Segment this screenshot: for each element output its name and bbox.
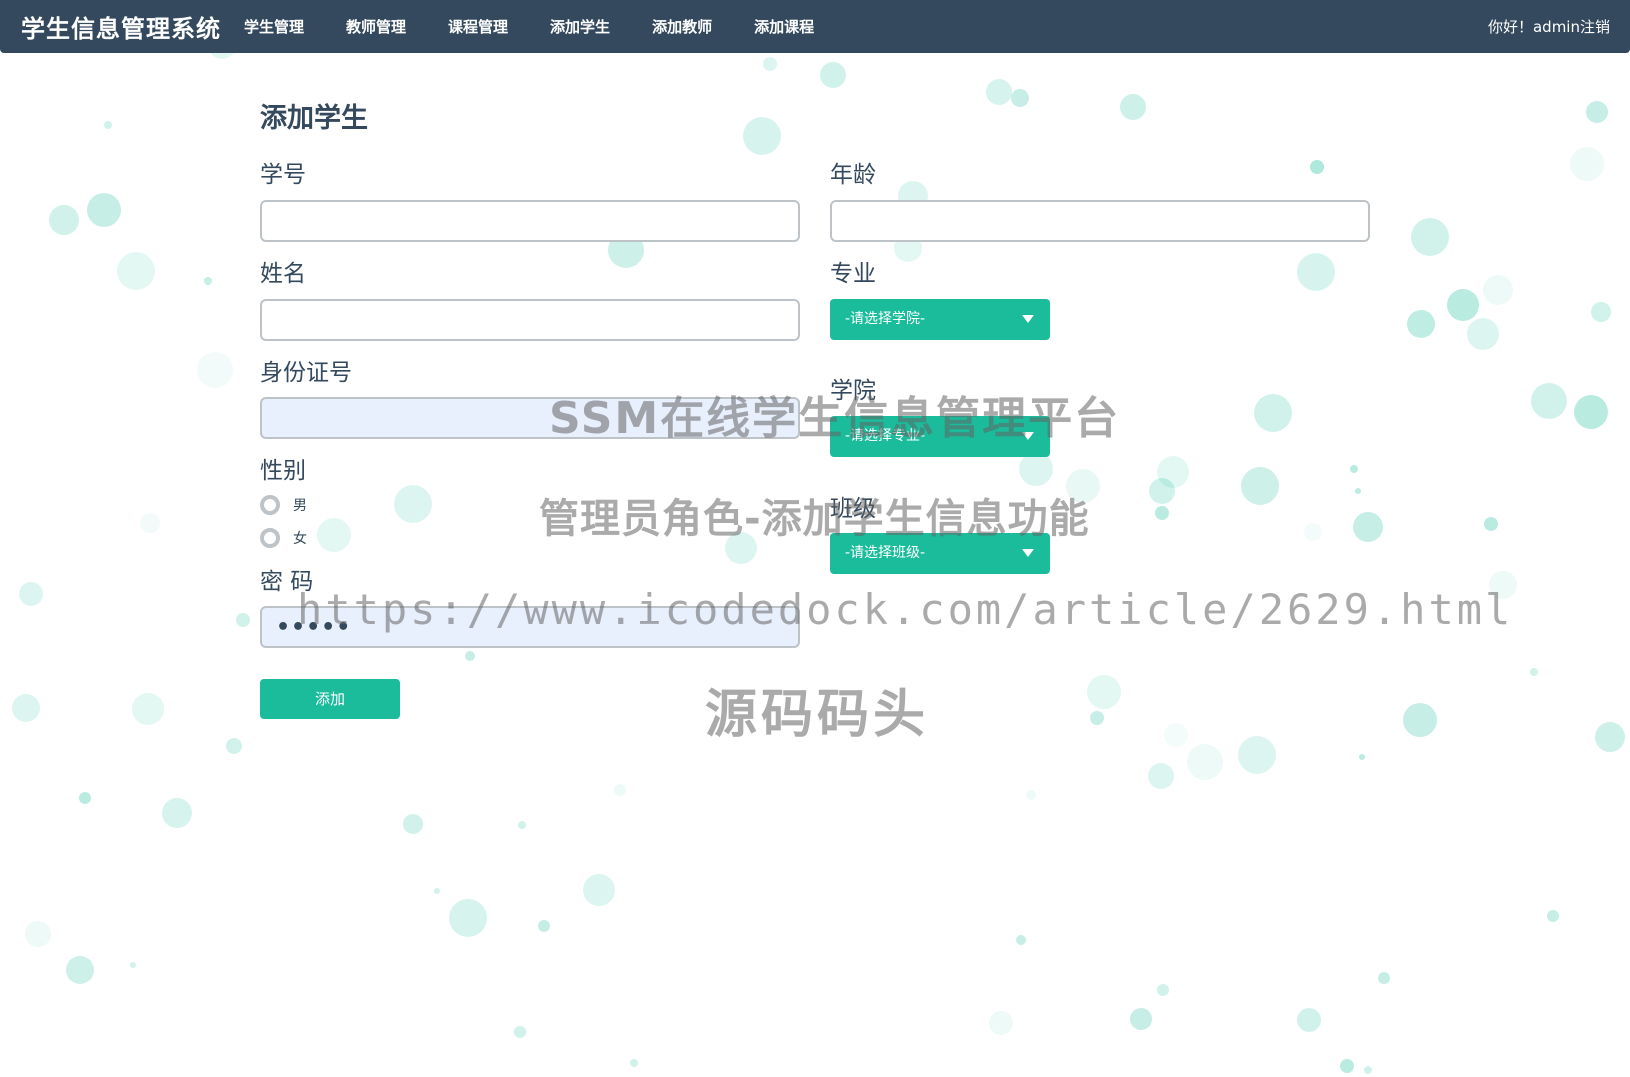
major-select-value: -请选择学院- [845,311,926,327]
gender-radio-female[interactable]: 女 [260,528,307,548]
age-label: 年龄 [830,162,876,188]
radio-label-female: 女 [293,531,307,547]
watermark-site: 源码码头 [705,685,930,745]
nav-link-teacher-manage[interactable]: 教师管理 [346,16,406,37]
student-id-label: 学号 [260,162,306,188]
gender-radio-male[interactable]: 男 [260,495,307,515]
nav-link-student-manage[interactable]: 学生管理 [244,16,304,37]
add-button[interactable]: 添加 [260,679,400,719]
name-input[interactable] [260,299,800,341]
nav-link-add-course[interactable]: 添加课程 [754,16,814,37]
user-logout-link[interactable]: 你好！admin注销 [1488,16,1610,37]
id-card-label: 身份证号 [260,360,352,386]
gender-label: 性别 [260,458,306,484]
major-select[interactable]: -请选择学院- [830,299,1050,340]
brand-title[interactable]: 学生信息管理系统 [21,9,221,44]
nav-link-add-teacher[interactable]: 添加教师 [652,16,712,37]
class-select-value: -请选择班级- [845,545,926,561]
radio-label-male: 男 [293,498,307,514]
top-navbar: 学生信息管理系统 学生管理 教师管理 课程管理 添加学生 添加教师 添加课程 你… [0,0,1630,53]
name-label: 姓名 [260,261,306,287]
page-title: 添加学生 [260,103,368,134]
radio-button[interactable] [260,495,280,515]
student-id-input[interactable] [260,200,800,242]
nav-link-course-manage[interactable]: 课程管理 [448,16,508,37]
major-label: 专业 [830,261,876,287]
caret-down-icon [1022,315,1034,323]
caret-down-icon [1022,549,1034,557]
watermark-subtitle: 管理员角色-添加学生信息功能 [539,496,1090,542]
nav-link-add-student[interactable]: 添加学生 [550,16,610,37]
age-input[interactable] [830,200,1370,242]
radio-button[interactable] [260,528,280,548]
watermark-url: https://www.icodedock.com/article/2629.h… [297,585,1514,634]
nav-links: 学生管理 教师管理 课程管理 添加学生 添加教师 添加课程 [244,0,856,53]
watermark-title: SSM在线学生信息管理平台 [549,393,1121,444]
